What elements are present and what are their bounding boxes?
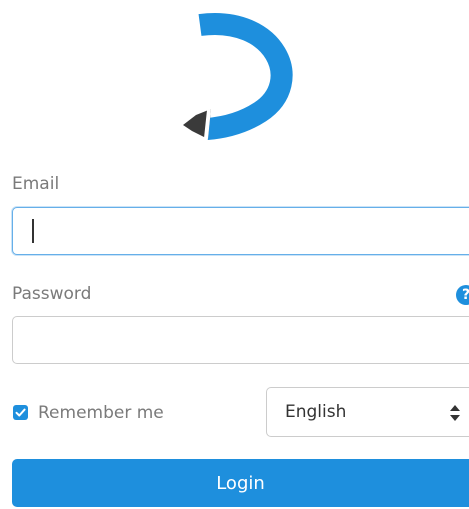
- select-arrows-icon: [450, 405, 460, 421]
- language-selected-value: English: [285, 402, 347, 422]
- remember-me-checkbox[interactable]: [13, 405, 28, 420]
- app-logo: [180, 12, 304, 142]
- help-icon[interactable]: ?: [456, 285, 469, 305]
- email-input[interactable]: [12, 207, 469, 255]
- login-button[interactable]: Login: [12, 459, 469, 507]
- highlighter-logo-icon: [183, 13, 293, 140]
- password-label: Password: [12, 284, 92, 304]
- password-input[interactable]: [12, 316, 469, 364]
- language-select[interactable]: English: [266, 387, 469, 437]
- login-button-label: Login: [216, 473, 265, 494]
- checkmark-icon: [15, 408, 26, 417]
- text-cursor: [32, 219, 34, 243]
- remember-me-label[interactable]: Remember me: [38, 403, 164, 423]
- email-label: Email: [12, 174, 60, 194]
